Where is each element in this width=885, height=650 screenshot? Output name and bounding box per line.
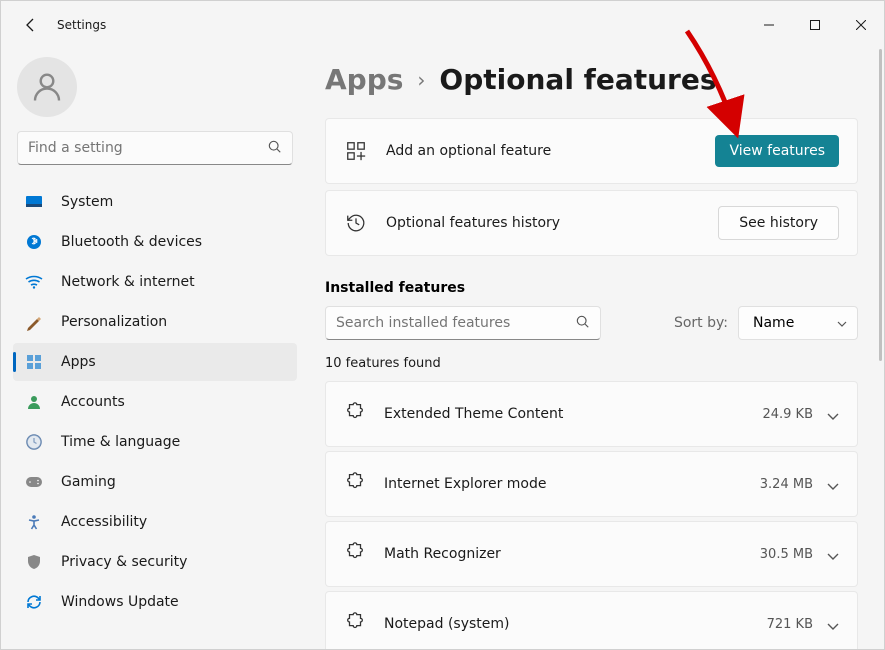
accounts-icon [25,393,43,411]
sidebar-item-apps[interactable]: Apps [13,343,297,381]
sort-select[interactable]: Name [738,306,858,340]
add-feature-icon [344,139,368,163]
search-icon [576,314,590,333]
feature-size: 3.24 MB [760,477,813,492]
sort-value: Name [753,315,794,331]
chevron-down-icon [827,545,839,564]
sidebar-item-system[interactable]: System [13,183,297,221]
chevron-down-icon [827,475,839,494]
apps-icon [25,353,43,371]
sidebar-item-network[interactable]: Network & internet [13,263,297,301]
feature-size: 24.9 KB [762,407,813,422]
sidebar-item-privacy[interactable]: Privacy & security [13,543,297,581]
feature-size: 721 KB [767,617,813,632]
add-feature-card: Add an optional feature View features [325,118,858,184]
sidebar-item-label: Windows Update [61,594,179,610]
update-icon [25,593,43,611]
titlebar: Settings [1,1,884,49]
sort-label: Sort by: [674,315,728,331]
puzzle-icon [344,471,366,497]
chevron-right-icon: › [417,68,425,92]
feature-name: Math Recognizer [384,546,760,562]
gaming-icon [25,473,43,491]
sidebar: System Bluetooth & devices Network & inter… [1,49,309,649]
sidebar-item-bluetooth[interactable]: Bluetooth & devices [13,223,297,261]
feature-list: Extended Theme Content24.9 KBInternet Ex… [325,381,858,649]
feature-row[interactable]: Math Recognizer30.5 MB [325,521,858,587]
sidebar-item-accessibility[interactable]: Accessibility [13,503,297,541]
close-button[interactable] [838,9,884,41]
see-history-button[interactable]: See history [718,206,839,240]
search-icon [268,139,282,158]
breadcrumb-root[interactable]: Apps [325,63,403,96]
breadcrumb: Apps › Optional features [325,63,858,96]
history-card: Optional features history See history [325,190,858,256]
nav-list: System Bluetooth & devices Network & inter… [9,183,301,621]
chevron-down-icon [827,615,839,634]
sidebar-item-label: Personalization [61,314,167,330]
bluetooth-icon [25,233,43,251]
time-icon [25,433,43,451]
system-icon [25,193,43,211]
accessibility-icon [25,513,43,531]
network-icon [25,273,43,291]
puzzle-icon [344,611,366,637]
sidebar-item-accounts[interactable]: Accounts [13,383,297,421]
minimize-button[interactable] [746,9,792,41]
history-label: Optional features history [386,215,718,231]
installed-heading: Installed features [325,280,858,296]
sidebar-search[interactable] [17,131,293,165]
feature-row[interactable]: Notepad (system)721 KB [325,591,858,649]
feature-row[interactable]: Internet Explorer mode3.24 MB [325,451,858,517]
chevron-down-icon [837,315,847,331]
sidebar-item-label: Apps [61,354,96,370]
feature-name: Internet Explorer mode [384,476,760,492]
installed-search-input[interactable] [336,315,576,331]
scrollbar[interactable] [879,49,882,361]
feature-size: 30.5 MB [760,547,813,562]
feature-row[interactable]: Extended Theme Content24.9 KB [325,381,858,447]
personalization-icon [25,313,43,331]
sidebar-search-input[interactable] [28,140,268,156]
puzzle-icon [344,541,366,567]
sidebar-item-label: Privacy & security [61,554,187,570]
window-title: Settings [57,18,106,32]
sidebar-item-label: Gaming [61,474,116,490]
history-icon [344,211,368,235]
feature-name: Notepad (system) [384,616,767,632]
sidebar-item-update[interactable]: Windows Update [13,583,297,621]
add-feature-label: Add an optional feature [386,143,715,159]
puzzle-icon [344,401,366,427]
sidebar-item-personalization[interactable]: Personalization [13,303,297,341]
user-avatar[interactable] [17,57,77,117]
maximize-button[interactable] [792,9,838,41]
privacy-icon [25,553,43,571]
sidebar-item-label: Network & internet [61,274,195,290]
chevron-down-icon [827,405,839,424]
sidebar-item-label: System [61,194,113,210]
sidebar-item-label: Accounts [61,394,125,410]
main-panel: Apps › Optional features Add an optional… [309,49,884,649]
sidebar-item-label: Time & language [61,434,180,450]
sidebar-item-label: Bluetooth & devices [61,234,202,250]
feature-count: 10 features found [325,356,858,371]
view-features-button[interactable]: View features [715,135,839,167]
installed-search[interactable] [325,306,601,340]
sidebar-item-time[interactable]: Time & language [13,423,297,461]
sidebar-item-gaming[interactable]: Gaming [13,463,297,501]
feature-name: Extended Theme Content [384,406,762,422]
sidebar-item-label: Accessibility [61,514,147,530]
page-title: Optional features [439,63,716,96]
back-button[interactable] [21,15,41,35]
